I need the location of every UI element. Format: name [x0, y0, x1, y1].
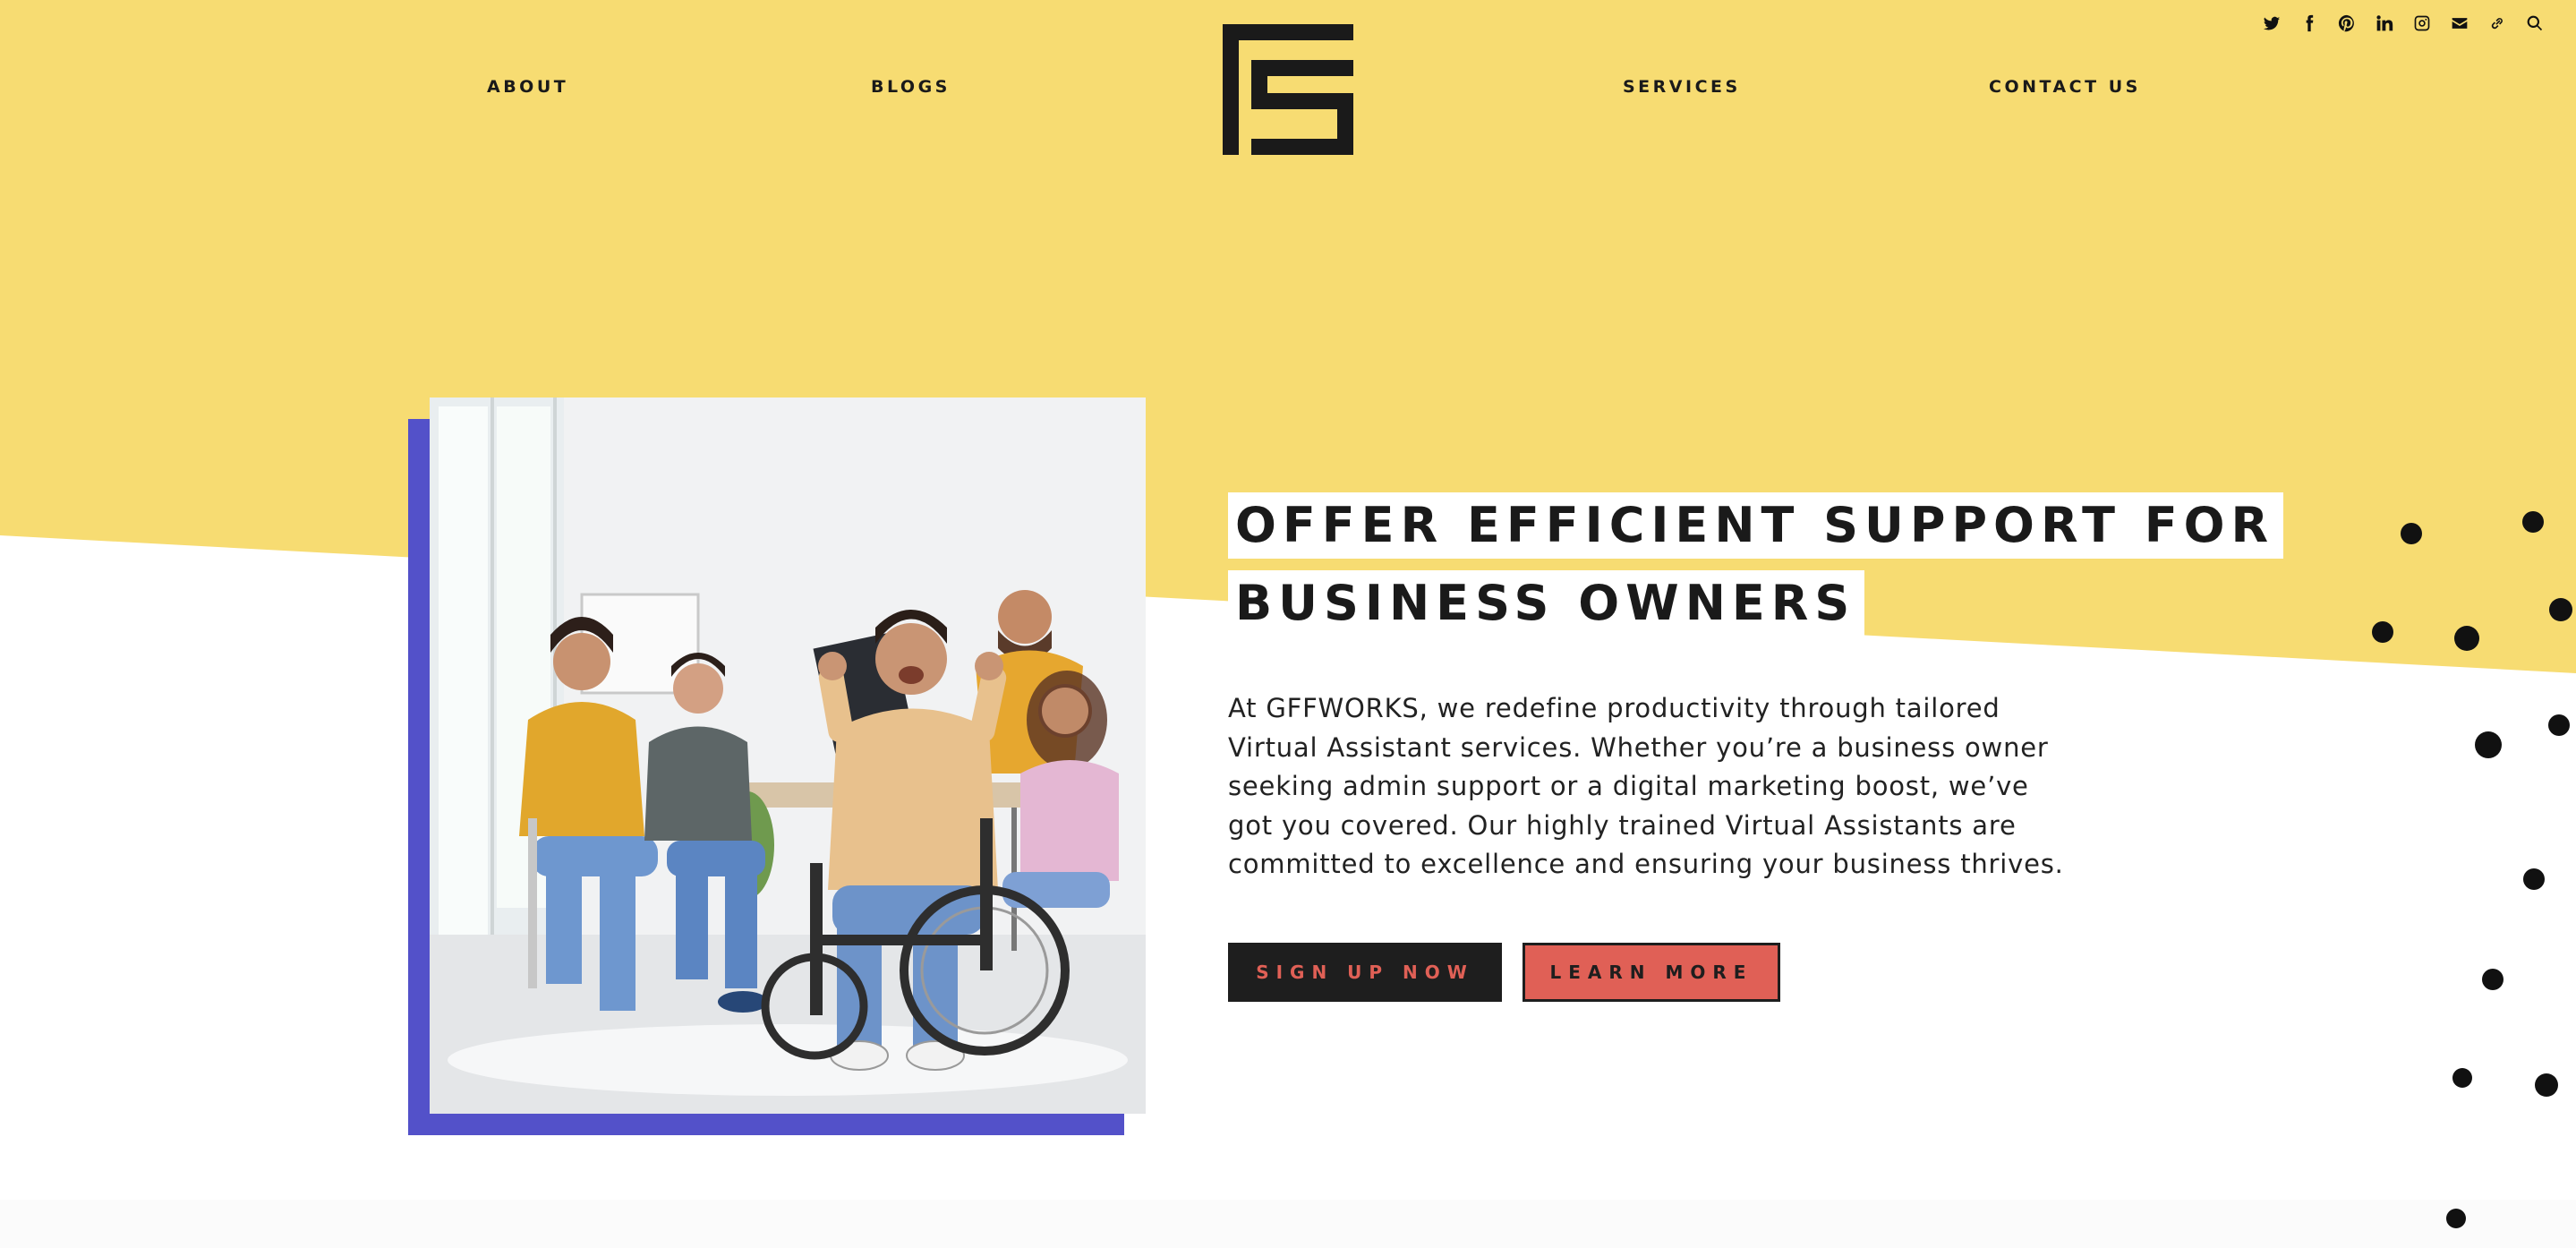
decorative-dots [2372, 511, 2572, 1228]
page: ABOUT BLOGS SERVICES CONTACT US OFFER EF… [0, 0, 2576, 1248]
